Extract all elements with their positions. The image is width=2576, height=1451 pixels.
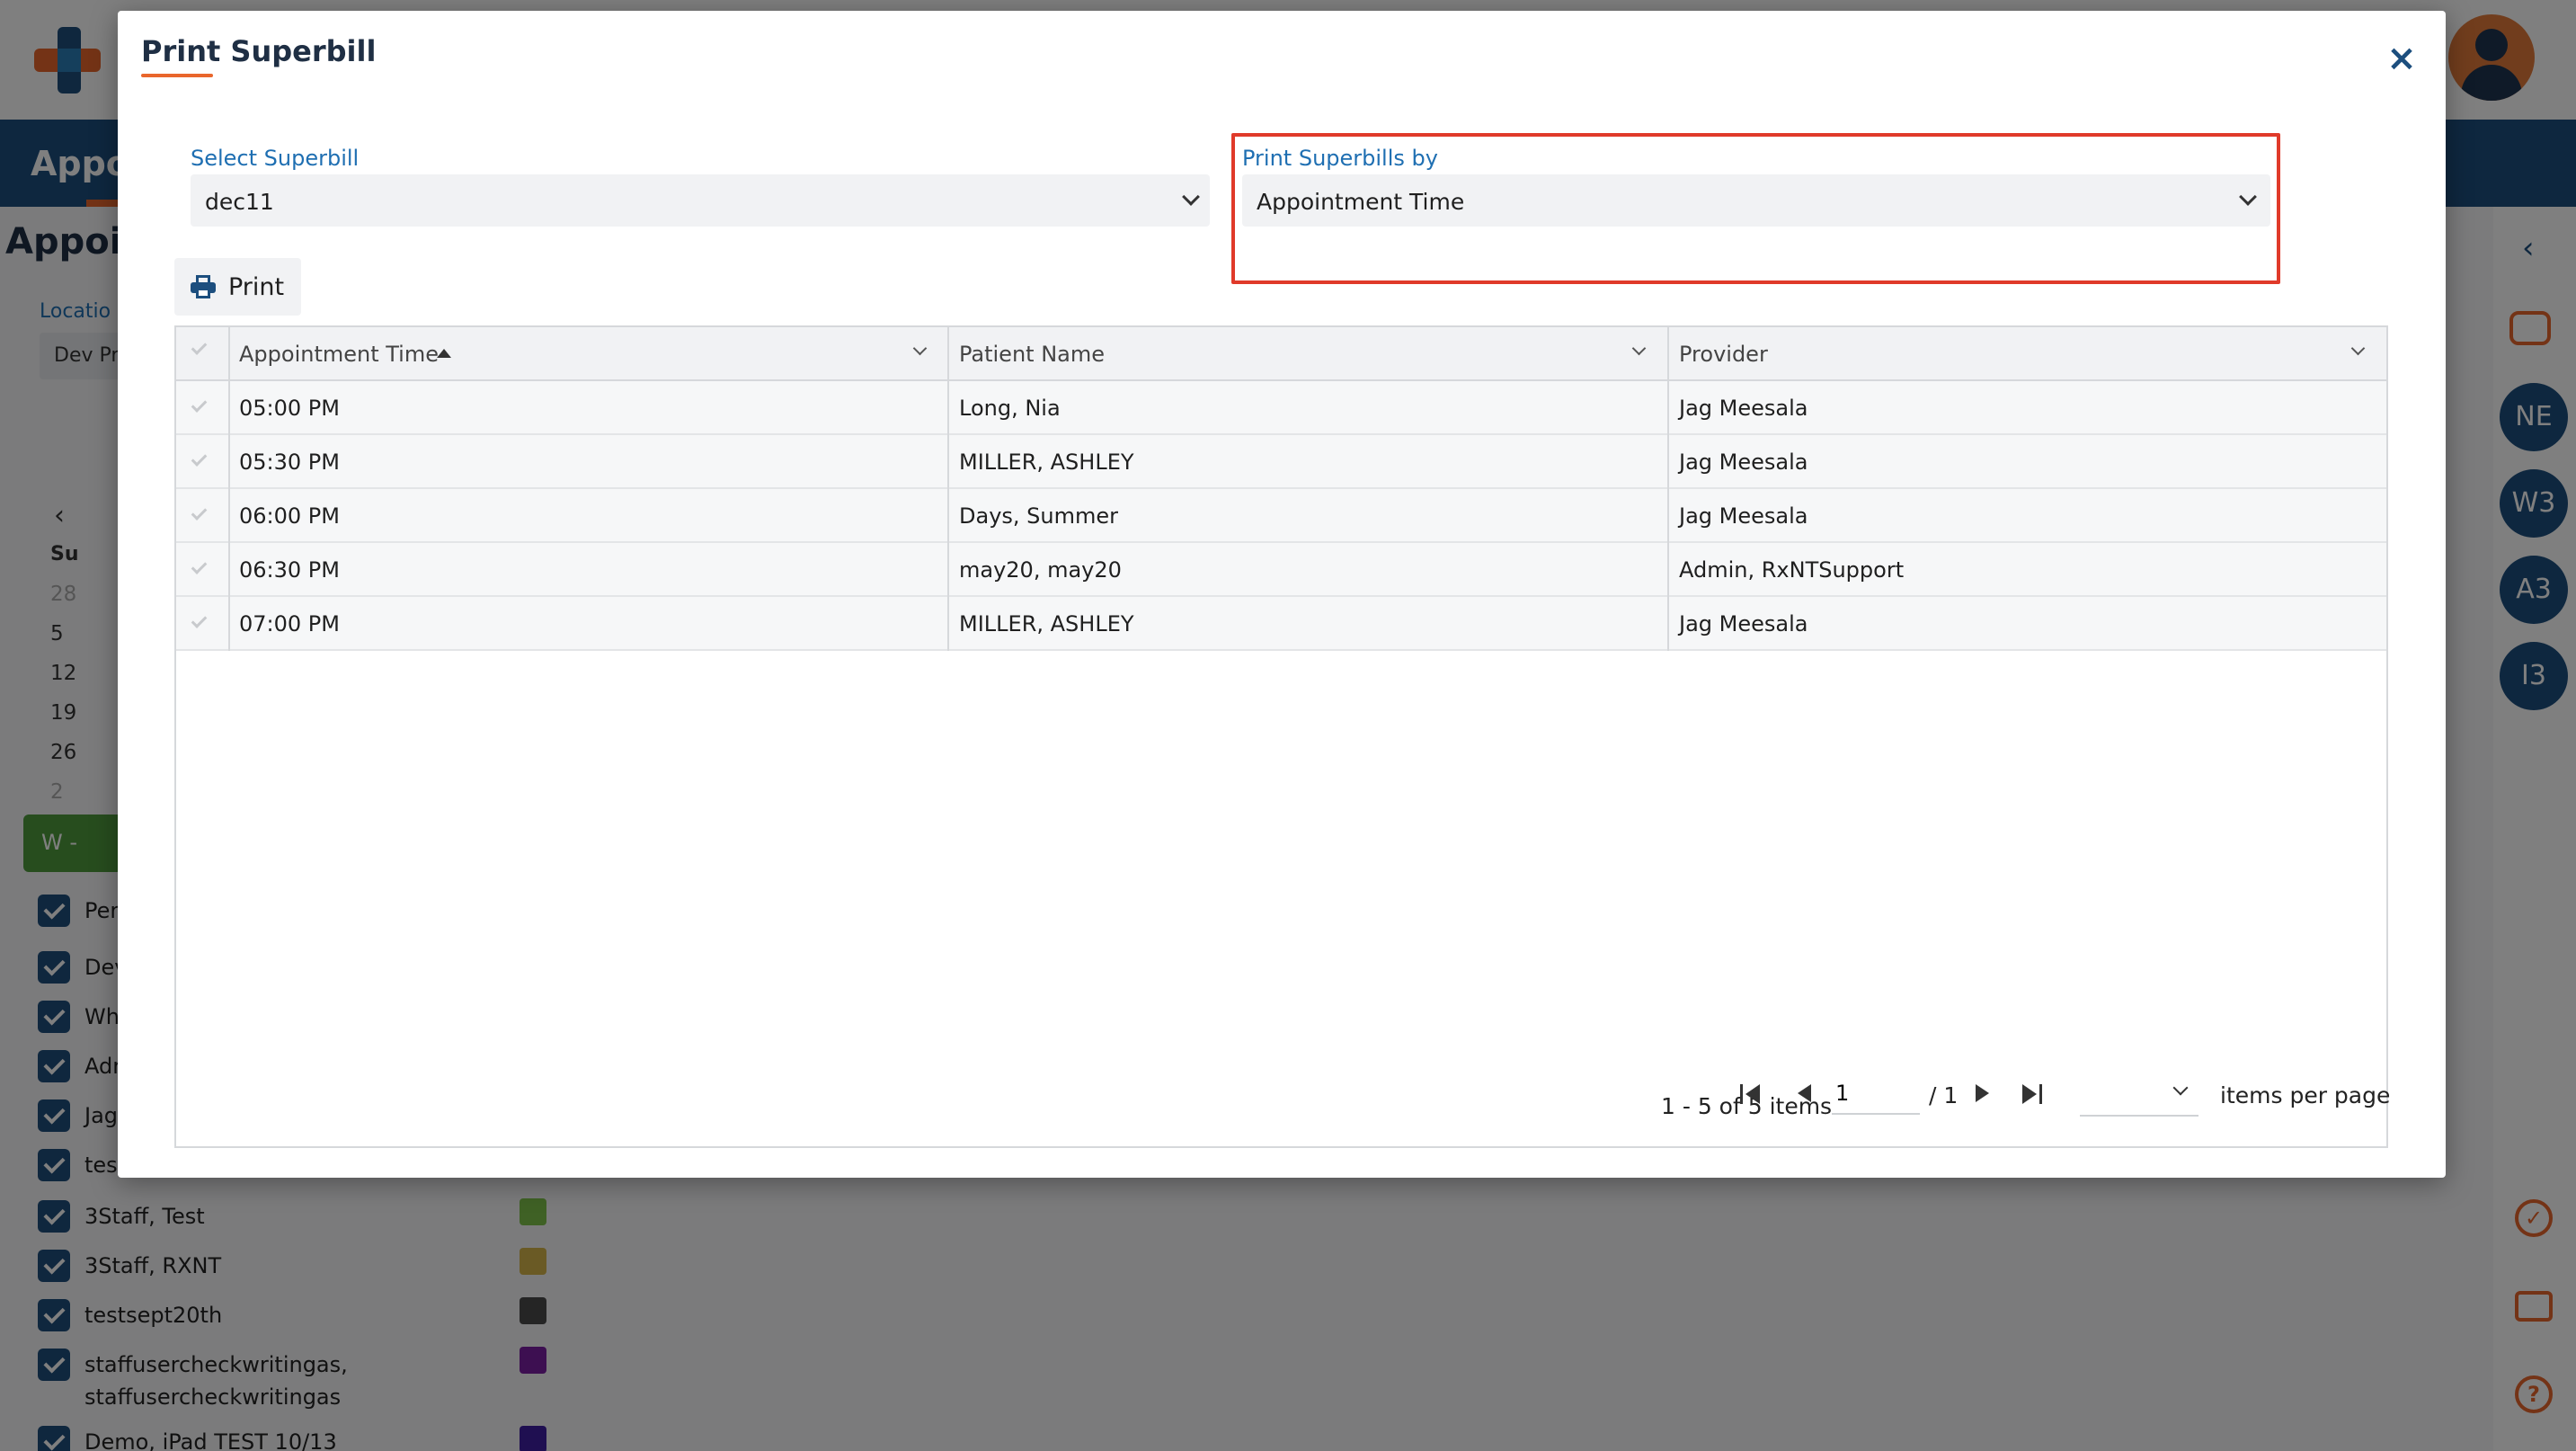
column-divider [1667,327,1669,651]
first-page-icon[interactable] [1740,1082,1763,1106]
row-check-icon[interactable] [191,396,208,413]
cell-provider: Jag Meesala [1679,450,1808,475]
row-check-icon[interactable] [191,504,208,521]
cell-patient-name: MILLER, ASHLEY [959,450,1134,475]
column-divider [947,327,949,651]
table-row[interactable]: 06:30 PM may20, may20 Admin, RxNTSupport [176,543,2386,597]
print-button-label: Print [228,273,285,301]
column-header-patient-name[interactable]: Patient Name [959,342,1105,367]
select-superbill-value: dec11 [205,189,274,215]
cell-patient-name: Days, Summer [959,503,1118,529]
last-page-icon[interactable] [2022,1082,2046,1106]
print-by-value: Appointment Time [1257,189,1465,215]
page-total: / 1 [1929,1082,1959,1108]
print-by-label: Print Superbills by [1242,146,1438,171]
cell-appointment-time: 05:00 PM [239,396,340,421]
column-menu-chevron-icon[interactable] [1631,341,1647,356]
close-icon[interactable]: × [2383,40,2421,77]
select-superbill-dropdown[interactable]: dec11 [191,174,1210,227]
superbill-grid: Appointment Time Patient Name Provider 0… [174,325,2388,1148]
print-button[interactable]: Print [174,258,301,316]
grid-header: Appointment Time Patient Name Provider [176,327,2386,381]
table-row[interactable]: 05:30 PM MILLER, ASHLEY Jag Meesala [176,435,2386,489]
cell-provider: Jag Meesala [1679,503,1808,529]
modal-title-underline [141,74,213,77]
next-page-icon[interactable] [1976,1084,1989,1102]
chevron-down-icon [2239,188,2257,206]
select-all-check-icon[interactable] [191,339,208,355]
cell-appointment-time: 06:00 PM [239,503,340,529]
column-menu-chevron-icon[interactable] [2350,341,2366,356]
cell-patient-name: MILLER, ASHLEY [959,611,1134,636]
page-number-input[interactable] [1832,1073,1920,1115]
column-header-appointment-time[interactable]: Appointment Time [239,342,439,367]
cell-patient-name: may20, may20 [959,557,1122,583]
cell-appointment-time: 05:30 PM [239,450,340,475]
row-check-icon[interactable] [191,558,208,574]
cell-provider: Jag Meesala [1679,611,1808,636]
chevron-down-icon [1182,188,1200,206]
sort-ascending-icon[interactable] [437,349,451,358]
previous-page-icon[interactable] [1798,1084,1811,1102]
column-divider [228,327,230,651]
cell-provider: Jag Meesala [1679,396,1808,421]
table-row[interactable]: 06:00 PM Days, Summer Jag Meesala [176,489,2386,543]
column-header-provider[interactable]: Provider [1679,342,1768,367]
row-check-icon[interactable] [191,612,208,628]
cell-provider: Admin, RxNTSupport [1679,557,1905,583]
table-row[interactable]: 07:00 PM MILLER, ASHLEY Jag Meesala [176,597,2386,651]
printer-icon [191,275,216,298]
column-menu-chevron-icon[interactable] [912,341,928,356]
print-by-dropdown[interactable]: Appointment Time [1242,174,2270,227]
table-row[interactable]: 05:00 PM Long, Nia Jag Meesala [176,381,2386,435]
cell-patient-name: Long, Nia [959,396,1061,421]
items-per-page-label: items per page [2220,1082,2391,1108]
modal-title: Print Superbill [141,34,377,68]
page-size-dropdown[interactable] [2080,1070,2198,1117]
select-superbill-label: Select Superbill [191,146,360,171]
cell-appointment-time: 06:30 PM [239,557,340,583]
row-check-icon[interactable] [191,450,208,467]
print-superbill-modal: Print Superbill × Select Superbill dec11… [118,11,2446,1178]
chevron-down-icon [2172,1080,2189,1096]
cell-appointment-time: 07:00 PM [239,611,340,636]
